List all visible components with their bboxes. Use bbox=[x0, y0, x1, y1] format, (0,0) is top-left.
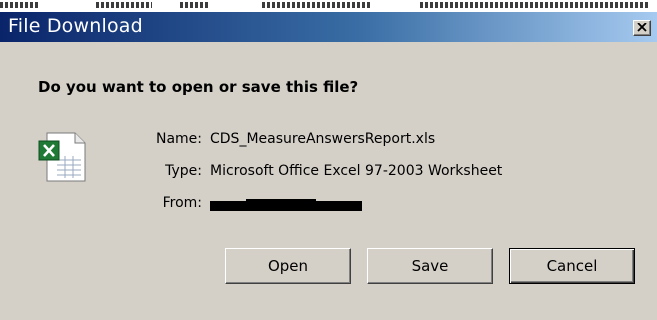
background-window-text bbox=[262, 2, 372, 8]
open-button[interactable]: Open bbox=[225, 248, 351, 284]
cancel-button[interactable]: Cancel bbox=[509, 248, 635, 284]
file-download-dialog: File Download Do you want to open or sav… bbox=[0, 12, 657, 320]
save-button[interactable]: Save bbox=[367, 248, 493, 284]
background-window-text bbox=[420, 2, 650, 8]
file-name-value: CDS_MeasureAnswersReport.xls bbox=[210, 131, 436, 147]
close-button[interactable] bbox=[633, 20, 651, 36]
file-from-label: From: bbox=[162, 195, 202, 211]
background-window-text bbox=[180, 2, 210, 8]
background-window-text bbox=[0, 2, 40, 8]
file-name-label: Name: bbox=[155, 131, 202, 147]
redacted-source bbox=[210, 199, 362, 211]
close-icon bbox=[637, 23, 647, 32]
dialog-title: File Download bbox=[8, 15, 143, 37]
background-window-text bbox=[96, 2, 152, 8]
file-type-value: Microsoft Office Excel 97-2003 Worksheet bbox=[210, 163, 503, 179]
dialog-question: Do you want to open or save this file? bbox=[38, 78, 359, 96]
title-bar[interactable]: File Download bbox=[0, 12, 657, 42]
file-type-label: Type: bbox=[165, 163, 202, 179]
